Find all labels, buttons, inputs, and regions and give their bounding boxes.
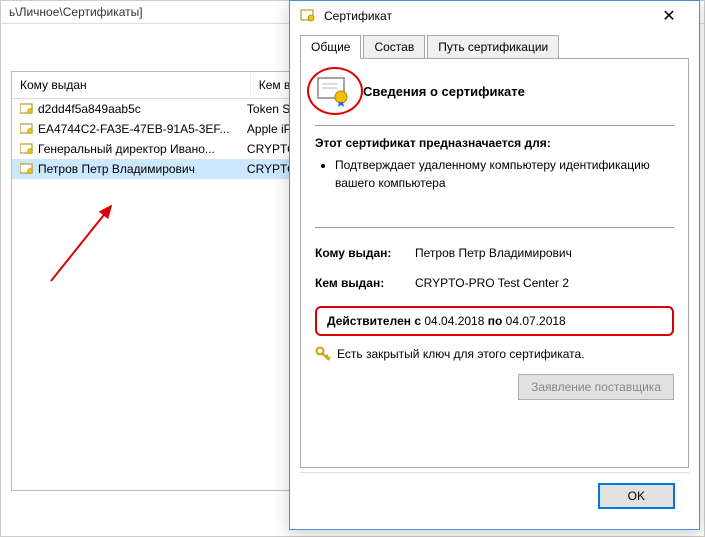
validity-mid: по [484, 314, 505, 328]
ok-button[interactable]: OK [598, 483, 675, 509]
tab-path[interactable]: Путь сертификации [427, 35, 559, 58]
cert-name: d2dd4f5a849aab5c [38, 102, 247, 116]
titlebar[interactable]: Сертификат ✕ [290, 1, 699, 31]
certificate-icon [20, 123, 34, 135]
key-icon [315, 346, 331, 362]
issued-by-row: Кем выдан: CRYPTO-PRO Test Center 2 [315, 276, 674, 290]
supplier-statement-button[interactable]: Заявление поставщика [518, 374, 674, 400]
certificate-icon [300, 8, 316, 24]
cert-info-title: Сведения о сертификате [363, 84, 525, 99]
cert-info-header: Сведения о сертификате [315, 73, 674, 109]
issued-to-label: Кому выдан: [315, 246, 415, 260]
issued-by-value: CRYPTO-PRO Test Center 2 [415, 276, 674, 290]
certificate-dialog: Сертификат ✕ Общие Состав Путь сертифика… [289, 0, 700, 530]
purpose-title: Этот сертификат предназначается для: [315, 136, 674, 150]
validity-box: Действителен с 04.04.2018 по 04.07.2018 [315, 306, 674, 336]
issued-to-value: Петров Петр Владимирович [415, 246, 674, 260]
issued-to-row: Кому выдан: Петров Петр Владимирович [315, 246, 674, 260]
validity-prefix: Действителен с [327, 314, 424, 328]
validity-to: 04.07.2018 [506, 314, 566, 328]
cert-name: EA4744C2-FA3E-47EB-91A5-3EF... [38, 122, 247, 136]
purpose-list: Подтверждает удаленному компьютеру идент… [315, 156, 674, 192]
validity-from: 04.04.2018 [424, 314, 484, 328]
tabs: Общие Состав Путь сертификации [300, 35, 689, 58]
certificate-icon [20, 103, 34, 115]
private-key-row: Есть закрытый ключ для этого сертификата… [315, 346, 674, 362]
close-button[interactable]: ✕ [649, 4, 689, 28]
private-key-text: Есть закрытый ключ для этого сертификата… [337, 347, 585, 361]
cert-name: Генеральный директор Ивано... [38, 142, 247, 156]
tab-general[interactable]: Общие [300, 35, 361, 59]
divider [315, 227, 674, 228]
certificate-icon [20, 143, 34, 155]
certificate-icon [315, 73, 351, 109]
tab-content: Сведения о сертификате Этот сертификат п… [300, 58, 689, 468]
col-issued-to[interactable]: Кому выдан [12, 72, 251, 98]
divider [315, 125, 674, 126]
certificate-icon [20, 163, 34, 175]
purpose-item: Подтверждает удаленному компьютеру идент… [335, 156, 674, 192]
issued-by-label: Кем выдан: [315, 276, 415, 290]
dialog-body: Общие Состав Путь сертификации Сведения … [290, 31, 699, 529]
tab-composition[interactable]: Состав [363, 35, 425, 58]
dialog-title: Сертификат [324, 9, 649, 23]
dialog-footer: OK [300, 472, 689, 519]
cert-name: Петров Петр Владимирович [38, 162, 247, 176]
